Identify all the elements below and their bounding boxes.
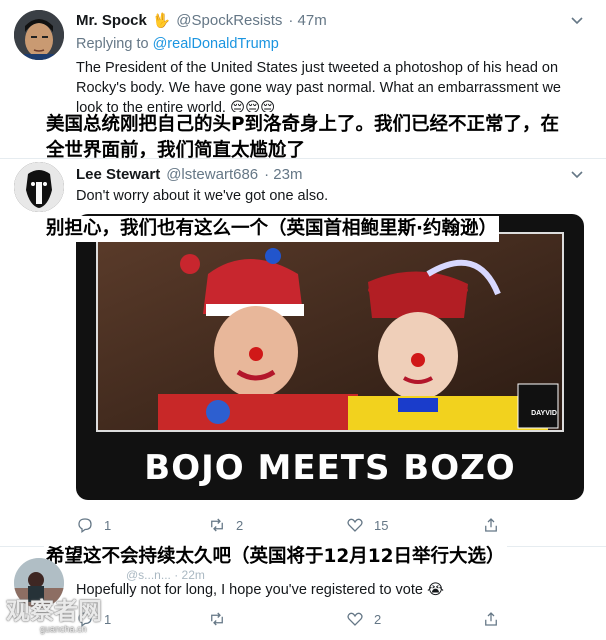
- tweet-divider: [0, 158, 606, 159]
- avatar-spock[interactable]: [14, 10, 64, 60]
- like-action[interactable]: 15: [346, 516, 388, 534]
- meme-photo: [96, 232, 564, 432]
- author-handle[interactable]: @lstewart686: [166, 166, 258, 183]
- author-name[interactable]: Lee Stewart: [76, 166, 160, 183]
- meme-image[interactable]: DAYVID BOJO MEETS BOZO: [76, 214, 584, 500]
- clowns-photo-icon: [98, 234, 562, 430]
- share-icon: [485, 518, 497, 532]
- tweet-text-line2: Rocky's body. We have gone way past norm…: [76, 80, 561, 96]
- retweet-action[interactable]: [208, 610, 236, 628]
- like-count: 2: [374, 611, 382, 627]
- watermark-sub: guancha.cn: [40, 624, 87, 634]
- watermark-main: 观察者网: [6, 597, 102, 625]
- share-action[interactable]: [482, 516, 500, 534]
- translation-line1: 美国总统刚把自己的头P到洛奇身上了。我们已经不正常了，在: [46, 114, 560, 135]
- reply-to-link[interactable]: @realDonaldTrump: [153, 36, 279, 52]
- heart-icon: [347, 518, 363, 532]
- retweet-icon: [211, 612, 223, 626]
- crying-emoji: 😭: [426, 582, 444, 598]
- share-icon: [485, 612, 497, 626]
- dog-photo-icon: [14, 162, 64, 212]
- retweet-count: 2: [236, 517, 244, 533]
- meme-logo: DAYVID: [531, 410, 557, 417]
- reply-icon: [78, 518, 92, 534]
- share-action[interactable]: [482, 610, 500, 628]
- like-count: 15: [374, 517, 389, 533]
- tweet-text: Hopefully not for long, I hope you've re…: [76, 582, 423, 598]
- reply-action[interactable]: 1: [76, 516, 111, 534]
- tweet-time[interactable]: · 47m: [288, 12, 326, 29]
- spock-portrait-icon: [14, 10, 64, 60]
- avatar-lee-stewart[interactable]: [14, 162, 64, 212]
- meme-caption: BOJO MEETS BOZO: [144, 448, 516, 488]
- chevron-down-icon[interactable]: [570, 14, 584, 28]
- retweet-action[interactable]: 2: [208, 516, 243, 534]
- tweet-text-line1: The President of the United States just …: [76, 60, 559, 76]
- watermark: 观察者网 guancha.cn: [6, 598, 102, 634]
- vulcan-salute-emoji: 🖖: [152, 12, 171, 28]
- heart-icon: [347, 612, 363, 626]
- retweet-icon: [211, 518, 223, 532]
- reply-count: 1: [104, 517, 112, 533]
- author-name[interactable]: Mr. Spock: [76, 12, 147, 29]
- replying-to-label: Replying to: [76, 36, 149, 52]
- reply-count: 1: [104, 611, 112, 627]
- chevron-down-icon[interactable]: [570, 168, 584, 182]
- translation-line2: 全世界面前，我们简直太尴尬了: [46, 140, 306, 161]
- like-action[interactable]: 2: [346, 610, 381, 628]
- tweet-text: Don't worry about it we've got one also.: [76, 188, 329, 204]
- translation-tweet3: 希望这不会持续太久吧（英国将于12月12日举行大选）: [44, 544, 507, 570]
- tweet-time[interactable]: · 23m: [264, 166, 302, 183]
- author-handle[interactable]: @SpockResists: [176, 12, 282, 29]
- translation-tweet2: 别担心，我们也有这么一个（英国首相鲍里斯·约翰逊）: [44, 216, 500, 242]
